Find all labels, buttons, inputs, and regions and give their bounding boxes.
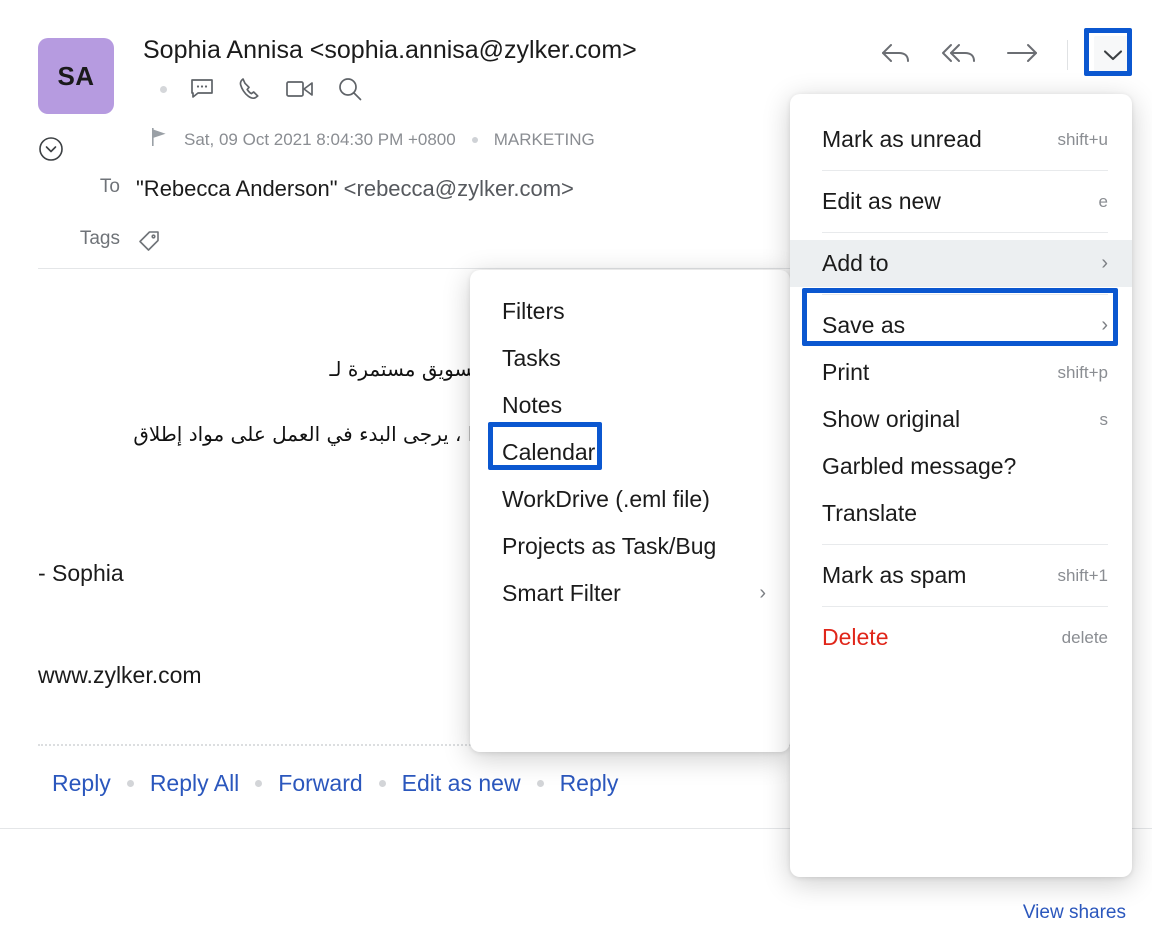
chevron-right-icon: › (759, 582, 766, 605)
menu-separator (822, 232, 1108, 233)
contact-quick-actions (160, 76, 363, 102)
tags-value[interactable] (136, 228, 164, 260)
to-value: "Rebecca Anderson" <rebecca@zylker.com> (136, 176, 574, 202)
menu-item-delete[interactable]: Delete delete (790, 614, 1132, 661)
menu-item-garbled-message[interactable]: Garbled message? (790, 443, 1132, 490)
view-shares-link[interactable]: View shares (1023, 902, 1126, 924)
menu-item-label: Delete (822, 624, 1044, 651)
add-to-submenu: Filters Tasks Notes Calendar WorkDrive (… (470, 270, 790, 752)
more-options-menu: Mark as unread shift+u Edit as new e Add… (790, 94, 1132, 877)
menu-item-label: Save as (822, 312, 1083, 339)
action-reply[interactable]: Reply (38, 770, 127, 797)
more-options-chevron-down-button[interactable] (1094, 36, 1132, 74)
action-separator-dot (127, 780, 134, 787)
body-website: www.zylker.com (38, 662, 202, 689)
reply-arrow-icon[interactable] (879, 39, 913, 72)
message-timestamp: Sat, 09 Oct 2021 8:04:30 PM +0800 (184, 130, 456, 150)
avatar: SA (38, 38, 114, 114)
message-folder: MARKETING (494, 130, 595, 150)
tag-icon[interactable] (136, 234, 164, 259)
body-signature: - Sophia (38, 560, 124, 587)
menu-item-shortcut: shift+u (1057, 130, 1108, 150)
to-recipient-name: "Rebecca Anderson" (136, 176, 338, 201)
action-reply-all[interactable]: Reply All (134, 770, 255, 797)
menu-item-add-to[interactable]: Add to › (790, 240, 1132, 287)
submenu-item-label: Tasks (502, 345, 766, 372)
email-reading-pane: SA Sophia Annisa <sophia.annisa@zylker.c… (0, 0, 1152, 942)
menu-item-save-as[interactable]: Save as › (790, 302, 1132, 349)
menu-item-label: Show original (822, 406, 1082, 433)
search-icon[interactable] (337, 76, 363, 102)
submenu-item-workdrive[interactable]: WorkDrive (.eml file) (470, 476, 790, 523)
message-action-bar: Reply Reply All Forward Edit as new Repl… (38, 770, 634, 797)
collapse-header-chevron-icon[interactable] (37, 135, 65, 168)
menu-item-label: Garbled message? (822, 453, 1108, 480)
meta-separator-dot (472, 137, 478, 143)
submenu-item-label: Smart Filter (502, 580, 741, 607)
menu-item-label: Edit as new (822, 188, 1081, 215)
menu-separator (822, 606, 1108, 607)
menu-item-show-original[interactable]: Show original s (790, 396, 1132, 443)
submenu-item-filters[interactable]: Filters (470, 288, 790, 335)
menu-separator (822, 544, 1108, 545)
flag-icon (150, 127, 168, 152)
submenu-item-calendar[interactable]: Calendar (470, 429, 790, 476)
action-edit-as-new[interactable]: Edit as new (386, 770, 537, 797)
menu-item-shortcut: e (1099, 192, 1108, 212)
chevron-right-icon: › (1101, 314, 1108, 337)
menu-separator (822, 294, 1108, 295)
submenu-item-projects[interactable]: Projects as Task/Bug (470, 523, 790, 570)
menu-item-shortcut: delete (1062, 628, 1108, 648)
chevron-right-icon: › (1101, 252, 1108, 275)
submenu-item-label: Notes (502, 392, 766, 419)
sender-name-and-address: Sophia Annisa <sophia.annisa@zylker.com> (143, 36, 637, 65)
menu-item-mark-as-spam[interactable]: Mark as spam shift+1 (790, 552, 1132, 599)
message-toolbar (879, 36, 1132, 74)
submenu-item-tasks[interactable]: Tasks (470, 335, 790, 382)
action-reply-secondary[interactable]: Reply (544, 770, 635, 797)
menu-item-shortcut: s (1100, 410, 1109, 430)
toolbar-divider (1067, 40, 1068, 70)
menu-item-label: Print (822, 359, 1039, 386)
message-meta: Sat, 09 Oct 2021 8:04:30 PM +0800 MARKET… (150, 127, 595, 152)
action-separator-dot (537, 780, 544, 787)
submenu-item-label: Projects as Task/Bug (502, 533, 766, 560)
menu-item-shortcut: shift+p (1057, 363, 1108, 383)
menu-item-label: Translate (822, 500, 1108, 527)
menu-item-shortcut: shift+1 (1057, 566, 1108, 586)
to-label: To (0, 176, 120, 198)
menu-item-edit-as-new[interactable]: Edit as new e (790, 178, 1132, 225)
menu-item-label: Add to (822, 250, 1083, 277)
submenu-item-label: Calendar (502, 439, 766, 466)
action-separator-dot (379, 780, 386, 787)
forward-arrow-icon[interactable] (1005, 39, 1041, 72)
phone-icon[interactable] (237, 76, 263, 102)
menu-item-mark-as-unread[interactable]: Mark as unread shift+u (790, 116, 1132, 163)
reply-all-arrow-icon[interactable] (939, 39, 979, 72)
body-paragraph-2: لذا ، يرجى البدء في العمل على مواد إطلاق (0, 422, 490, 446)
status-dot-icon (160, 86, 167, 93)
tags-label: Tags (0, 228, 120, 250)
submenu-item-label: WorkDrive (.eml file) (502, 486, 766, 513)
menu-item-label: Mark as spam (822, 562, 1039, 589)
action-forward[interactable]: Forward (262, 770, 378, 797)
action-separator-dot (255, 780, 262, 787)
submenu-item-smart-filter[interactable]: Smart Filter › (470, 570, 790, 617)
to-recipient-address: <rebecca@zylker.com> (344, 176, 574, 201)
menu-item-translate[interactable]: Translate (790, 490, 1132, 537)
submenu-item-notes[interactable]: Notes (470, 382, 790, 429)
menu-item-print[interactable]: Print shift+p (790, 349, 1132, 396)
avatar-initials: SA (57, 61, 94, 92)
menu-item-label: Mark as unread (822, 126, 1039, 153)
chat-bubble-icon[interactable] (189, 77, 215, 101)
video-camera-icon[interactable] (285, 78, 315, 100)
menu-separator (822, 170, 1108, 171)
body-paragraph-1: التسويق مستمرة لـ (0, 357, 490, 381)
submenu-item-label: Filters (502, 298, 766, 325)
